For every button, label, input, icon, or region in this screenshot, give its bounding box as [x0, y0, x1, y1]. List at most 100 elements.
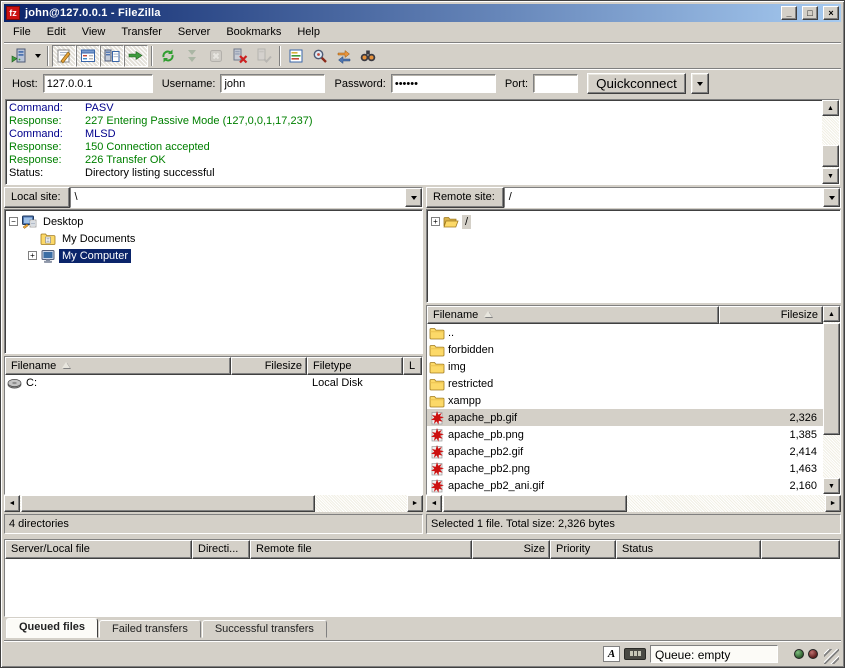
find-files-button[interactable] [356, 45, 380, 67]
expand-icon[interactable]: + [431, 217, 440, 226]
process-queue-button[interactable] [180, 45, 204, 67]
expand-icon[interactable]: + [28, 251, 37, 260]
tree-item-my-documents[interactable]: My Documents [28, 230, 420, 247]
toggle-transfer-queue-button[interactable] [124, 45, 148, 67]
tab-successful-transfers[interactable]: Successful transfers [202, 620, 327, 638]
quickconnect-dropdown-button[interactable] [691, 73, 709, 94]
local-list-body[interactable]: C: Local Disk [5, 375, 422, 495]
log-vertical-scrollbar[interactable]: ▲ ▼ [822, 100, 839, 184]
scrollbar-thumb[interactable] [822, 145, 839, 167]
maximize-button[interactable]: □ [802, 6, 818, 20]
scroll-down-icon[interactable]: ▼ [823, 478, 840, 494]
remote-file-row[interactable]: xampp [427, 392, 823, 409]
column-header-filesize[interactable]: Filesize [719, 306, 823, 324]
scroll-left-icon[interactable]: ◄ [4, 495, 20, 512]
column-header-filesize[interactable]: Filesize [231, 357, 307, 375]
remote-file-row[interactable]: apache_pb.png1,385 [427, 426, 823, 443]
tab-queued-files[interactable]: Queued files [6, 618, 98, 638]
tree-item-root[interactable]: + / [431, 213, 838, 230]
column-header-size[interactable]: Size [472, 540, 550, 559]
quickconnect-button[interactable]: Quickconnect [587, 73, 686, 94]
remote-vertical-scrollbar[interactable]: ▲ ▼ [823, 306, 840, 494]
tree-item-my-computer[interactable]: + My Computer [28, 247, 420, 264]
scroll-down-icon[interactable]: ▼ [822, 168, 839, 184]
scroll-right-icon[interactable]: ► [407, 495, 423, 512]
remote-site-value[interactable]: / [505, 188, 823, 207]
close-button[interactable]: × [823, 6, 839, 20]
column-header-remote-file[interactable]: Remote file [250, 540, 472, 559]
remote-file-row[interactable]: img [427, 358, 823, 375]
menu-server[interactable]: Server [170, 24, 218, 40]
queue-body[interactable] [5, 559, 840, 616]
title-bar[interactable]: fz john@127.0.0.1 - FileZilla _ □ × [4, 4, 841, 22]
menu-view[interactable]: View [74, 24, 114, 40]
local-site-combo[interactable]: \ [70, 187, 423, 208]
column-header-last-modified[interactable]: L [403, 357, 422, 375]
scrollbar-thumb[interactable] [823, 323, 840, 435]
tree-item-desktop[interactable]: − Desktop [9, 213, 420, 230]
message-log: Command:PASV Response:227 Entering Passi… [5, 99, 840, 185]
cancel-operation-button[interactable] [204, 45, 228, 67]
site-manager-dropdown-button[interactable] [31, 45, 44, 67]
scrollbar-thumb[interactable] [21, 495, 315, 512]
remote-site-combo[interactable]: / [504, 187, 841, 208]
menu-help[interactable]: Help [289, 24, 328, 40]
column-header-direction[interactable]: Directi... [192, 540, 250, 559]
folder-icon [429, 393, 445, 409]
remote-file-row[interactable]: forbidden [427, 341, 823, 358]
remote-file-row[interactable]: .. [427, 324, 823, 341]
username-input[interactable] [220, 74, 325, 93]
dropdown-arrow-icon [35, 54, 41, 58]
data-type-indicator-icon[interactable]: A [603, 646, 620, 662]
toggle-remote-tree-button[interactable] [100, 45, 124, 67]
toggle-message-log-button[interactable] [52, 45, 76, 67]
site-manager-button[interactable] [7, 45, 31, 67]
tab-failed-transfers[interactable]: Failed transfers [99, 620, 201, 638]
local-site-value[interactable]: \ [71, 188, 405, 207]
menu-edit[interactable]: Edit [39, 24, 74, 40]
host-input[interactable] [43, 74, 153, 93]
toggle-local-tree-button[interactable] [76, 45, 100, 67]
menu-file[interactable]: File [5, 24, 39, 40]
remote-list-body[interactable]: .. forbidden img restricted xampp apache… [427, 324, 823, 494]
password-input[interactable] [391, 74, 496, 93]
remote-site-dropdown-button[interactable] [823, 188, 840, 207]
remote-file-row[interactable]: apache_pb2_ani.gif2,160 [427, 477, 823, 494]
remote-file-row[interactable]: apache_pb2.png1,463 [427, 460, 823, 477]
remote-tree-icon [104, 48, 120, 64]
local-horizontal-scrollbar[interactable]: ◄ ► [4, 495, 423, 512]
remote-horizontal-scrollbar[interactable]: ◄ ► [426, 495, 841, 512]
synchronized-browsing-button[interactable] [332, 45, 356, 67]
local-site-dropdown-button[interactable] [405, 188, 422, 207]
directory-listing-filters-button[interactable] [284, 45, 308, 67]
resize-grip[interactable] [824, 649, 839, 664]
host-label: Host: [12, 78, 38, 90]
column-header-priority[interactable]: Priority [550, 540, 616, 559]
remote-file-row[interactable]: restricted [427, 375, 823, 392]
scrollbar-thumb[interactable] [443, 495, 627, 512]
speed-limit-indicator-icon[interactable] [624, 648, 646, 660]
port-input[interactable] [533, 74, 578, 93]
directory-comparison-button[interactable] [308, 45, 332, 67]
scroll-up-icon[interactable]: ▲ [823, 306, 840, 322]
refresh-button[interactable] [156, 45, 180, 67]
column-header-server-local-file[interactable]: Server/Local file [5, 540, 192, 559]
menu-bookmarks[interactable]: Bookmarks [218, 24, 289, 40]
menu-transfer[interactable]: Transfer [113, 24, 170, 40]
reconnect-button[interactable] [252, 45, 276, 67]
column-header-filename[interactable]: Filename [5, 357, 231, 375]
local-file-row[interactable]: C: Local Disk [5, 375, 422, 392]
scroll-up-icon[interactable]: ▲ [822, 100, 839, 116]
disconnect-button[interactable] [228, 45, 252, 67]
scroll-right-icon[interactable]: ► [825, 495, 841, 512]
minimize-button[interactable]: _ [781, 6, 797, 20]
column-header-status[interactable]: Status [616, 540, 761, 559]
collapse-icon[interactable]: − [9, 217, 18, 226]
log-line: Status:Directory listing successful [9, 167, 822, 180]
column-header-filetype[interactable]: Filetype [307, 357, 403, 375]
remote-file-row[interactable]: apache_pb2.gif2,414 [427, 443, 823, 460]
column-header-filename[interactable]: Filename [427, 306, 719, 324]
computer-icon [40, 248, 56, 264]
scroll-left-icon[interactable]: ◄ [426, 495, 442, 512]
remote-file-row-selected[interactable]: apache_pb.gif2,326 [427, 409, 823, 426]
